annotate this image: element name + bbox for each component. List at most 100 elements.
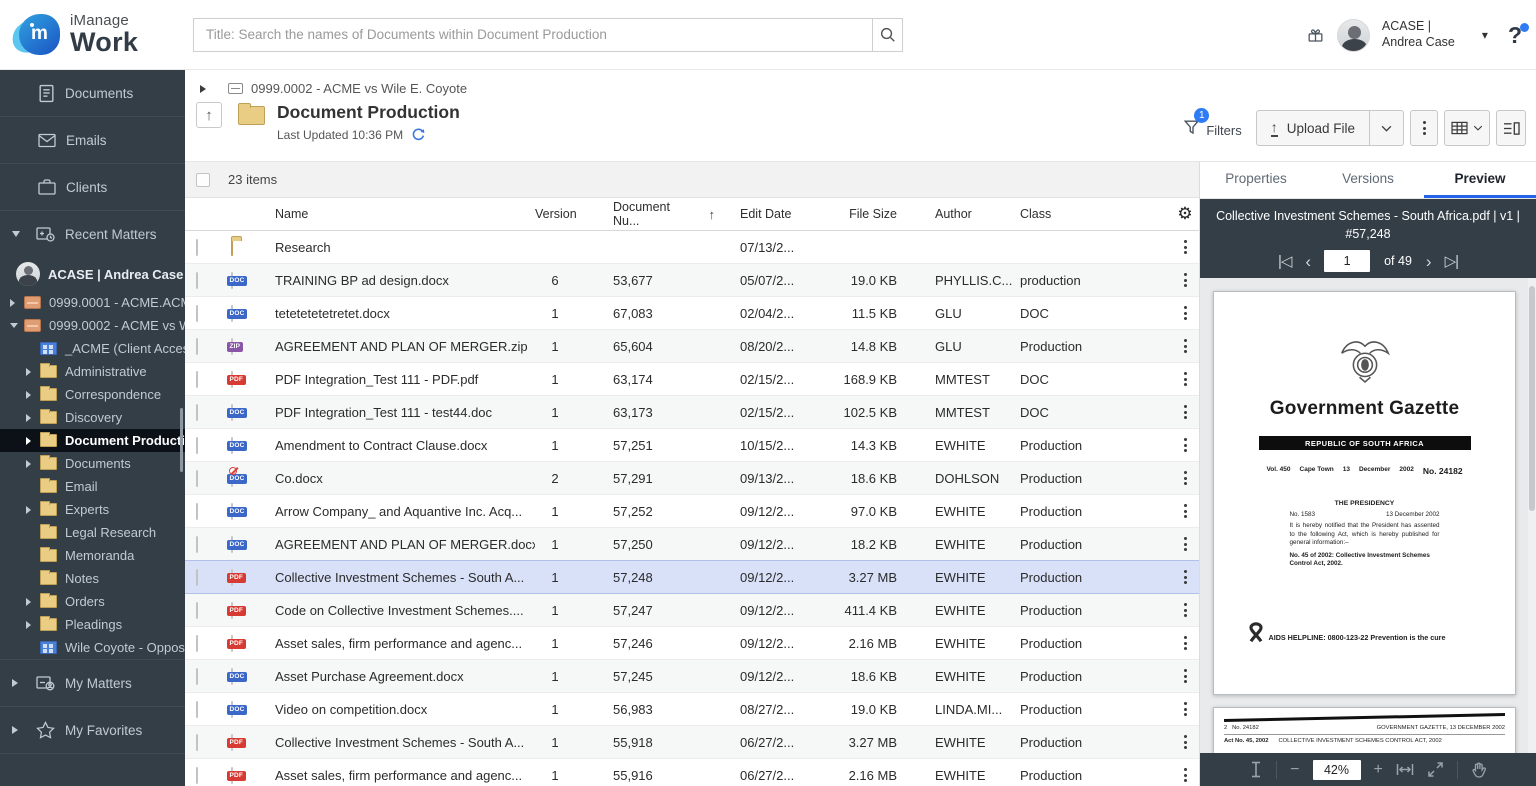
document-name[interactable]: Code on Collective Investment Schemes...… [261, 603, 535, 618]
row-checkbox[interactable] [196, 668, 198, 685]
document-name[interactable]: Asset sales, firm performance and agenc.… [261, 768, 535, 783]
document-name[interactable]: PDF Integration_Test 111 - test44.doc [261, 405, 535, 420]
row-checkbox[interactable] [196, 338, 198, 355]
toggle-preview-panel-button[interactable] [1496, 110, 1526, 146]
preview-viewport[interactable]: Government Gazette REPUBLIC OF SOUTH AFR… [1200, 278, 1536, 753]
tree-item[interactable]: Correspondence [0, 383, 185, 406]
sidebar-item-documents[interactable]: Documents [0, 70, 185, 117]
column-file-size[interactable]: File Size [825, 207, 897, 221]
row-checkbox[interactable] [196, 239, 198, 256]
tree-expand-arrow-icon[interactable] [26, 391, 40, 399]
document-name[interactable]: TRAINING BP ad design.docx [261, 273, 535, 288]
table-row[interactable]: DOC AGREEMENT AND PLAN OF MERGER.docx 1 … [185, 528, 1199, 561]
tree-item[interactable]: Notes [0, 567, 185, 590]
document-name[interactable]: Research [261, 240, 535, 255]
tree-expand-arrow-icon[interactable] [26, 460, 40, 468]
column-document-number[interactable]: Document Nu...↑ [575, 200, 715, 228]
sidebar-item-clients[interactable]: Clients [0, 164, 185, 211]
sidebar-section-my-matters[interactable]: My Matters [0, 660, 185, 706]
row-menu-kebab-icon[interactable] [1181, 369, 1190, 389]
table-row[interactable]: PDF Code on Collective Investment Scheme… [185, 594, 1199, 627]
tree-expand-arrow-icon[interactable] [26, 506, 40, 514]
go-up-button[interactable]: ↑ [196, 102, 222, 128]
document-name[interactable]: PDF Integration_Test 111 - PDF.pdf [261, 372, 535, 387]
tree-expand-arrow-icon[interactable] [26, 437, 40, 445]
document-name[interactable]: AGREEMENT AND PLAN OF MERGER.zip [261, 339, 535, 354]
refresh-icon[interactable] [411, 127, 426, 142]
row-checkbox[interactable] [196, 602, 198, 619]
upload-file-button[interactable]: ↑ Upload File [1256, 110, 1370, 146]
table-row[interactable]: DOC tetetetetetretet.docx 1 67,083 02/04… [185, 297, 1199, 330]
tree-item[interactable]: Email [0, 475, 185, 498]
document-name[interactable]: Asset Purchase Agreement.docx [261, 669, 535, 684]
row-menu-kebab-icon[interactable] [1181, 765, 1190, 785]
document-name[interactable]: Asset sales, firm performance and agenc.… [261, 636, 535, 651]
tree-item[interactable]: Pleadings [0, 613, 185, 636]
tab-versions[interactable]: Versions [1312, 162, 1424, 198]
sidebar-user-node[interactable]: ACASE | Andrea Case [0, 257, 185, 291]
tree-item[interactable]: Administrative [0, 360, 185, 383]
table-row[interactable]: PDF Collective Investment Schemes - Sout… [185, 561, 1199, 594]
user-avatar[interactable] [1337, 19, 1370, 52]
tree-item[interactable]: Discovery [0, 406, 185, 429]
table-row[interactable]: DOC TRAINING BP ad design.docx 6 53,677 … [185, 264, 1199, 297]
document-name[interactable]: Amendment to Contract Clause.docx [261, 438, 535, 453]
tree-expand-arrow-icon[interactable] [10, 323, 24, 328]
first-page-icon[interactable]: |◁ [1278, 254, 1291, 269]
tree-item[interactable]: 0999.0001 - ACME.ACME M [0, 291, 185, 314]
next-page-icon[interactable]: › [1426, 253, 1431, 270]
tree-item[interactable]: _ACME (Client Access) [0, 337, 185, 360]
fullscreen-icon[interactable] [1427, 761, 1444, 778]
document-name[interactable]: AGREEMENT AND PLAN OF MERGER.docx [261, 537, 535, 552]
tree-item[interactable]: Experts [0, 498, 185, 521]
row-menu-kebab-icon[interactable] [1181, 402, 1190, 422]
row-menu-kebab-icon[interactable] [1181, 732, 1190, 752]
zoom-level-input[interactable] [1313, 760, 1361, 780]
column-name[interactable]: Name [261, 207, 535, 221]
table-row[interactable]: PDF Collective Investment Schemes - Sout… [185, 726, 1199, 759]
sidebar-section-recent-matters[interactable]: Recent Matters [0, 211, 185, 257]
row-menu-kebab-icon[interactable] [1181, 270, 1190, 290]
row-menu-kebab-icon[interactable] [1181, 600, 1190, 620]
row-menu-kebab-icon[interactable] [1181, 699, 1190, 719]
tree-item[interactable]: Memoranda [0, 544, 185, 567]
help-icon[interactable]: ? [1508, 22, 1522, 49]
tree-item[interactable]: Legal Research [0, 521, 185, 544]
tab-preview[interactable]: Preview [1424, 162, 1536, 198]
row-menu-kebab-icon[interactable] [1181, 468, 1190, 488]
document-name[interactable]: Collective Investment Schemes - South A.… [261, 735, 535, 750]
row-menu-kebab-icon[interactable] [1181, 534, 1190, 554]
zoom-out-icon[interactable]: − [1290, 762, 1299, 778]
row-menu-kebab-icon[interactable] [1181, 501, 1190, 521]
tree-item[interactable]: 0999.0002 - ACME vs Wile [0, 314, 185, 337]
table-row[interactable]: DOC Asset Purchase Agreement.docx 1 57,2… [185, 660, 1199, 693]
tree-item[interactable]: Documents [0, 452, 185, 475]
tree-expand-arrow-icon[interactable] [26, 621, 40, 629]
table-row[interactable]: DOC Amendment to Contract Clause.docx 1 … [185, 429, 1199, 462]
tree-item[interactable]: Wile Coyote - Opposing [0, 636, 185, 659]
pan-hand-tool-icon[interactable] [1471, 761, 1487, 778]
fit-width-icon[interactable] [1396, 762, 1414, 777]
row-menu-kebab-icon[interactable] [1181, 237, 1190, 257]
row-checkbox[interactable] [196, 569, 198, 586]
sidebar-section-my-favorites[interactable]: My Favorites [0, 707, 185, 753]
select-all-checkbox[interactable] [196, 173, 210, 187]
user-menu-caret-icon[interactable]: ▾ [1482, 28, 1488, 42]
zoom-in-icon[interactable]: + [1374, 762, 1383, 778]
document-name[interactable]: tetetetetetretet.docx [261, 306, 535, 321]
preview-scrollbar[interactable] [1528, 278, 1536, 753]
table-row[interactable]: PDF PDF Integration_Test 111 - PDF.pdf 1… [185, 363, 1199, 396]
filters-button[interactable]: 1 Filters [1182, 117, 1241, 139]
tree-item[interactable]: Orders [0, 590, 185, 613]
sidebar-item-emails[interactable]: Emails [0, 117, 185, 164]
row-checkbox[interactable] [196, 536, 198, 553]
column-author[interactable]: Author [897, 207, 1015, 221]
tree-expand-arrow-icon[interactable] [10, 299, 24, 307]
tree-expand-arrow-icon[interactable] [26, 598, 40, 606]
row-menu-kebab-icon[interactable] [1181, 666, 1190, 686]
search-input[interactable] [193, 18, 873, 52]
row-checkbox[interactable] [196, 272, 198, 289]
more-actions-button[interactable] [1410, 110, 1438, 146]
tab-properties[interactable]: Properties [1200, 162, 1312, 198]
table-row[interactable]: PDF Asset sales, firm performance and ag… [185, 627, 1199, 660]
